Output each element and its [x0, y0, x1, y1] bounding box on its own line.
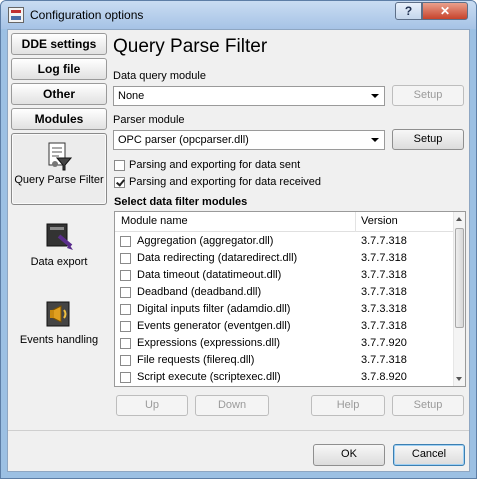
table-row[interactable]: Script execute (scriptexec.dll) 3.7.8.920 — [115, 369, 454, 386]
query-parse-filter-icon — [48, 142, 73, 171]
module-checkbox[interactable] — [120, 321, 131, 332]
page-title: Query Parse Filter — [113, 36, 268, 57]
module-version: 3.7.8.920 — [361, 371, 407, 383]
data-query-setup-button[interactable]: Setup — [392, 85, 464, 106]
chevron-down-icon — [371, 94, 379, 98]
list-scrollbar[interactable] — [453, 212, 465, 386]
module-checkbox[interactable] — [120, 236, 131, 247]
parser-setup-button[interactable]: Setup — [392, 129, 464, 150]
module-name: Events generator (eventgen.dll) — [137, 320, 291, 332]
table-row[interactable]: Events generator (eventgen.dll) 3.7.7.318 — [115, 318, 454, 335]
column-module-name[interactable]: Module name — [121, 215, 188, 227]
nav-item-query-parse-filter[interactable]: Query Parse Filter — [11, 133, 107, 205]
module-checkbox[interactable] — [120, 253, 131, 264]
module-name: Expressions (expressions.dll) — [137, 337, 281, 349]
footer-separator — [8, 430, 469, 431]
module-version: 3.7.7.318 — [361, 235, 407, 247]
module-version: 3.7.7.920 — [361, 337, 407, 349]
window-title: Configuration options — [30, 8, 144, 22]
table-row[interactable]: Data redirecting (dataredirect.dll) 3.7.7… — [115, 250, 454, 267]
ok-button[interactable]: OK — [313, 444, 385, 466]
configuration-window: Configuration options ? ✕ DDE settings L… — [0, 0, 477, 479]
parse-sent-label: Parsing and exporting for data sent — [129, 159, 301, 171]
nav-item-label: Data export — [30, 256, 88, 268]
parser-module-label: Parser module — [113, 114, 185, 126]
cancel-button[interactable]: Cancel — [393, 444, 465, 466]
column-divider — [355, 212, 356, 232]
module-checkbox[interactable] — [120, 304, 131, 315]
table-row[interactable]: Aggregation (aggregator.dll) 3.7.7.318 — [115, 233, 454, 250]
module-name: Digital inputs filter (adamdio.dll) — [137, 303, 291, 315]
module-name: Data redirecting (dataredirect.dll) — [137, 252, 298, 264]
module-name: Aggregation (aggregator.dll) — [137, 235, 274, 247]
title-bar[interactable]: Configuration options ? ✕ — [1, 1, 476, 29]
module-name: Deadband (deadband.dll) — [137, 286, 262, 298]
module-version: 3.7.7.318 — [361, 354, 407, 366]
nav-dde-settings-button[interactable]: DDE settings — [11, 33, 107, 55]
filter-modules-list[interactable]: Module name Version Aggregation (aggrega… — [114, 211, 466, 387]
module-name: File requests (filereq.dll) — [137, 354, 255, 366]
parser-module-value: OPC parser (opcparser.dll) — [118, 134, 249, 146]
table-row[interactable]: Expressions (expressions.dll) 3.7.7.920 — [115, 335, 454, 352]
module-checkbox[interactable] — [120, 372, 131, 383]
help-button[interactable]: Help — [311, 395, 385, 416]
table-row[interactable]: Data timeout (datatimeout.dll) 3.7.7.318 — [115, 267, 454, 284]
column-version[interactable]: Version — [361, 215, 398, 227]
scroll-up-icon[interactable] — [456, 217, 462, 221]
nav-item-events-handling[interactable]: Events handling — [11, 298, 107, 348]
down-button[interactable]: Down — [195, 395, 269, 416]
events-handling-icon — [46, 301, 70, 327]
parse-received-checkbox[interactable] — [114, 177, 125, 188]
data-export-icon — [46, 223, 73, 250]
chevron-down-icon — [371, 138, 379, 142]
nav-item-label: Query Parse Filter — [14, 174, 104, 186]
data-query-value: None — [118, 90, 145, 102]
scroll-down-icon[interactable] — [456, 377, 462, 381]
dialog-body: DDE settings Log file Other Modules Quer… — [7, 29, 470, 472]
data-query-select[interactable]: None — [113, 86, 385, 106]
nav-other-button[interactable]: Other — [11, 83, 107, 105]
parse-sent-checkbox[interactable] — [114, 160, 125, 171]
module-version: 3.7.7.318 — [361, 269, 407, 281]
table-row[interactable]: File requests (filereq.dll) 3.7.7.318 — [115, 352, 454, 369]
module-version: 3.7.7.318 — [361, 252, 407, 264]
nav-modules-button[interactable]: Modules — [11, 108, 107, 130]
filter-modules-heading: Select data filter modules — [114, 196, 248, 208]
module-version: 3.7.7.318 — [361, 320, 407, 332]
up-button[interactable]: Up — [116, 395, 188, 416]
scroll-thumb[interactable] — [455, 228, 464, 328]
close-icon: ✕ — [439, 4, 451, 18]
help-icon: ? — [404, 4, 413, 18]
module-setup-button[interactable]: Setup — [392, 395, 464, 416]
table-row[interactable]: Digital inputs filter (adamdio.dll) 3.7.3… — [115, 301, 454, 318]
module-name: Data timeout (datatimeout.dll) — [137, 269, 282, 281]
nav-item-data-export[interactable]: Data export — [11, 220, 107, 270]
module-checkbox[interactable] — [120, 270, 131, 281]
parser-module-select[interactable]: OPC parser (opcparser.dll) — [113, 130, 385, 150]
help-title-button[interactable]: ? — [395, 2, 422, 20]
module-checkbox[interactable] — [120, 355, 131, 366]
parse-received-label: Parsing and exporting for data received — [129, 176, 322, 188]
module-name: Script execute (scriptexec.dll) — [137, 371, 281, 383]
list-header: Module name Version — [115, 212, 454, 232]
module-version: 3.7.7.318 — [361, 286, 407, 298]
nav-item-label: Events handling — [19, 334, 99, 346]
module-version: 3.7.3.318 — [361, 303, 407, 315]
table-row[interactable]: Deadband (deadband.dll) 3.7.7.318 — [115, 284, 454, 301]
module-checkbox[interactable] — [120, 338, 131, 349]
module-checkbox[interactable] — [120, 287, 131, 298]
close-title-button[interactable]: ✕ — [422, 2, 468, 20]
data-query-label: Data query module — [113, 70, 206, 82]
nav-log-file-button[interactable]: Log file — [11, 58, 107, 80]
list-rows: Aggregation (aggregator.dll) 3.7.7.318 Dat… — [115, 233, 454, 386]
app-icon — [8, 7, 24, 23]
